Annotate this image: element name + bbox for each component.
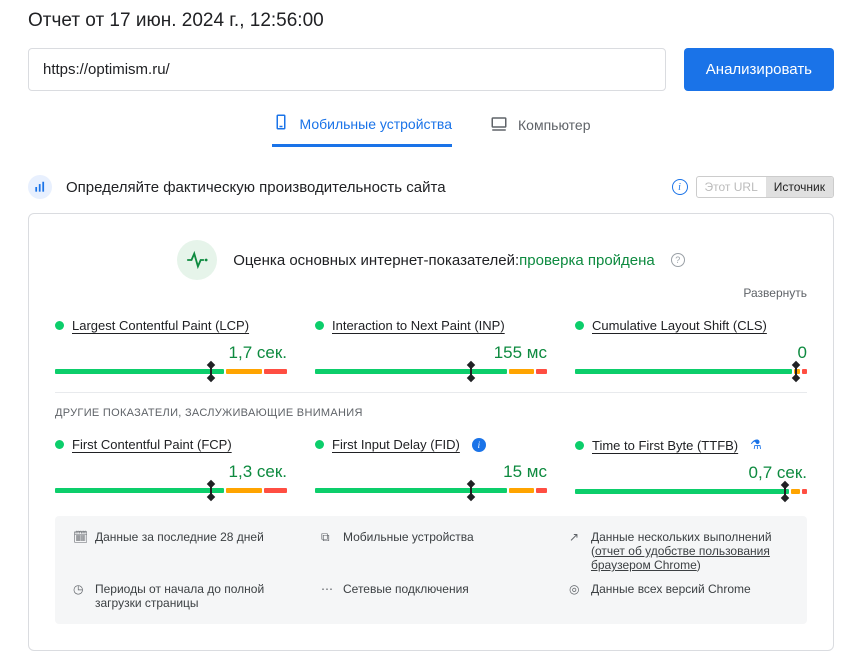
chrome-icon: ◎	[569, 582, 583, 596]
flask-icon: ⚗	[750, 437, 762, 453]
tab-label: Компьютер	[518, 117, 590, 133]
metric-other-1: First Input Delay (FID) i 15 мс	[315, 437, 547, 494]
metric-bar	[55, 488, 287, 493]
footer-mobile: Мобильные устройства	[343, 530, 474, 544]
scope-toggle[interactable]: Этот URL Источник	[696, 176, 834, 198]
metric-value: 0	[575, 343, 807, 363]
status-dot	[575, 441, 584, 450]
performance-icon	[28, 175, 52, 199]
pulse-icon	[177, 240, 217, 280]
core-metrics: Largest Contentful Paint (LCP) 1,7 сек. In…	[55, 318, 807, 374]
metrics-card: Оценка основных интернет-показателей:про…	[28, 213, 834, 651]
metric-name[interactable]: First Contentful Paint (FCP)	[72, 437, 232, 452]
metric-bar	[575, 369, 807, 374]
toggle-source[interactable]: Источник	[766, 177, 833, 197]
metric-value: 1,7 сек.	[55, 343, 287, 363]
footer-period: Данные за последние 28 дней	[95, 530, 264, 544]
metric-name[interactable]: Largest Contentful Paint (LCP)	[72, 318, 249, 333]
metric-name[interactable]: Cumulative Layout Shift (CLS)	[592, 318, 767, 333]
url-row: Анализировать	[28, 48, 834, 91]
assessment-text: Оценка основных интернет-показателей:про…	[233, 252, 655, 269]
info-icon[interactable]: i	[472, 438, 486, 452]
metric-core-0: Largest Contentful Paint (LCP) 1,7 сек.	[55, 318, 287, 374]
desktop-icon	[490, 115, 508, 136]
info-icon[interactable]: i	[672, 179, 688, 195]
footer-multi: Данные нескольких выполнений (отчет об у…	[591, 530, 789, 572]
metric-value: 155 мс	[315, 343, 547, 363]
device-tabs: Мобильные устройства Компьютер	[28, 113, 834, 147]
metric-value: 1,3 сек.	[55, 462, 287, 482]
status-dot	[55, 440, 64, 449]
metric-bar	[575, 489, 807, 494]
calendar-icon: 🗓	[73, 530, 87, 544]
tab-desktop[interactable]: Компьютер	[490, 113, 590, 147]
metric-value: 15 мс	[315, 462, 547, 482]
metric-other-2: Time to First Byte (TTFB) ⚗ 0,7 сек.	[575, 437, 807, 494]
footer-chrome: Данные всех версий Chrome	[591, 582, 751, 596]
expand-link[interactable]: Развернуть	[55, 286, 807, 300]
footer-network: Сетевые подключения	[343, 582, 469, 596]
tab-label: Мобильные устройства	[300, 116, 453, 132]
metric-bar	[55, 369, 287, 374]
status-dot	[55, 321, 64, 330]
url-input[interactable]	[28, 48, 666, 91]
metric-name[interactable]: Time to First Byte (TTFB)	[592, 438, 738, 453]
other-metrics: First Contentful Paint (FCP)1,3 сек.Firs…	[55, 437, 807, 494]
section-title: Определяйте фактическую производительнос…	[66, 179, 658, 196]
status-dot	[575, 321, 584, 330]
divider	[55, 392, 807, 393]
devices-icon: ⧉	[321, 530, 335, 545]
share-icon: ↗	[569, 530, 583, 544]
chrome-ux-link[interactable]: отчет об удобстве пользования браузером …	[591, 544, 770, 572]
help-icon[interactable]: ?	[671, 253, 685, 267]
tab-mobile[interactable]: Мобильные устройства	[272, 113, 453, 147]
clock-icon: ◷	[73, 582, 87, 596]
mobile-icon	[272, 113, 290, 134]
other-heading: ДРУГИЕ ПОКАЗАТЕЛИ, ЗАСЛУЖИВАЮЩИЕ ВНИМАНИ…	[55, 407, 807, 419]
metric-core-2: Cumulative Layout Shift (CLS) 0	[575, 318, 807, 374]
footer-fullload: Периоды от начала до полной загрузки стр…	[95, 582, 293, 610]
metric-other-0: First Contentful Paint (FCP) 1,3 сек.	[55, 437, 287, 494]
status-dot	[315, 440, 324, 449]
metric-bar	[315, 488, 547, 493]
metric-name[interactable]: First Input Delay (FID)	[332, 437, 460, 452]
metric-value: 0,7 сек.	[575, 463, 807, 483]
footer-info: 🗓 Данные за последние 28 дней ⧉ Мобильные …	[55, 516, 807, 624]
analyze-button[interactable]: Анализировать	[684, 48, 834, 91]
metric-bar	[315, 369, 547, 374]
report-title: Отчет от 17 июн. 2024 г., 12:56:00	[28, 10, 834, 32]
assessment: Оценка основных интернет-показателей:про…	[55, 240, 807, 280]
status-dot	[315, 321, 324, 330]
wifi-icon: ⋯	[321, 582, 335, 596]
metric-core-1: Interaction to Next Paint (INP) 155 мс	[315, 318, 547, 374]
section-header: Определяйте фактическую производительнос…	[28, 175, 834, 199]
toggle-this-url[interactable]: Этот URL	[697, 177, 766, 197]
metric-name[interactable]: Interaction to Next Paint (INP)	[332, 318, 505, 333]
